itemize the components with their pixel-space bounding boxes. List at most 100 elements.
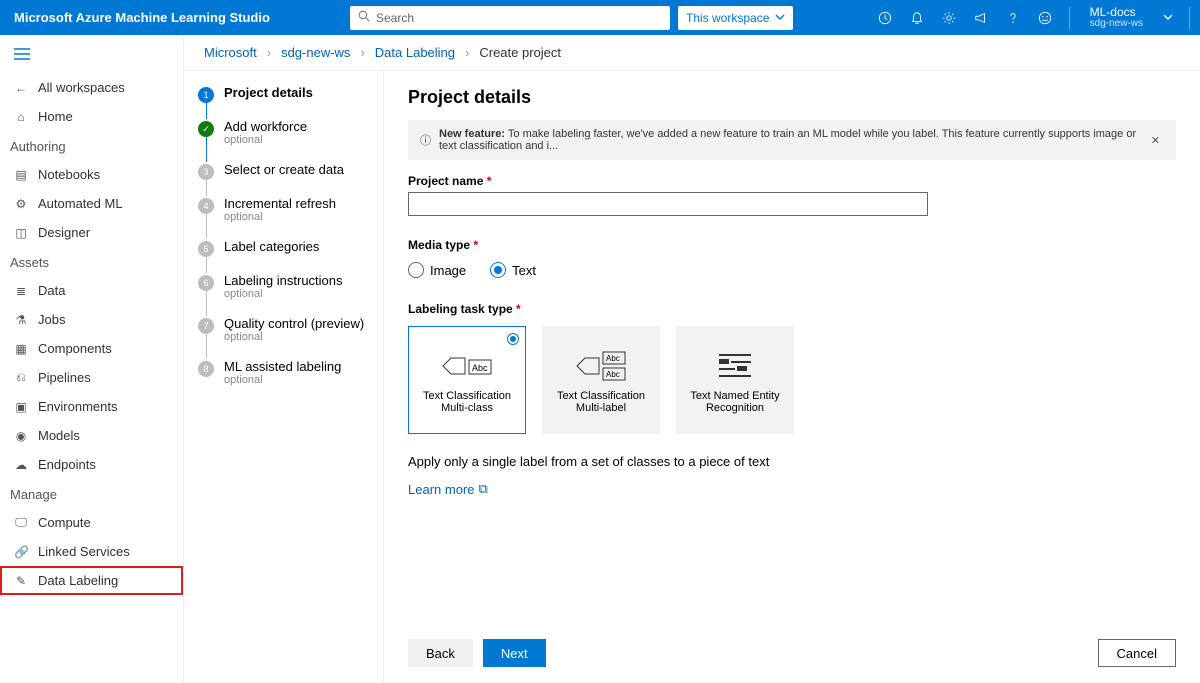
sidebar-notebooks[interactable]: ▤Notebooks	[0, 160, 183, 189]
sidebar-environments[interactable]: ▣Environments	[0, 392, 183, 421]
org-name: ML-docs	[1090, 6, 1143, 18]
sidebar-data-labeling[interactable]: ✎Data Labeling	[0, 566, 183, 595]
chevron-right-icon: ›	[360, 45, 364, 60]
hamburger-icon[interactable]	[0, 43, 183, 73]
cancel-button[interactable]: Cancel	[1098, 639, 1176, 667]
clock-icon[interactable]	[877, 10, 893, 26]
step-label: Add workforce	[224, 119, 307, 134]
card-label: Multi-label	[576, 402, 626, 414]
step-ml-assisted[interactable]: 8ML assisted labelingoptional	[198, 359, 373, 386]
media-text-radio[interactable]: Text	[490, 262, 536, 278]
step-project-details[interactable]: 1Project details	[198, 85, 373, 119]
step-label-categories[interactable]: 5Label categories	[198, 239, 373, 273]
info-icon: ⓘ	[420, 132, 431, 148]
card-label: Text Named Entity	[690, 390, 779, 402]
sidebar-item-label: Linked Services	[38, 544, 130, 559]
learn-more-link[interactable]: Learn more ⧉	[408, 481, 1176, 497]
step-optional: optional	[224, 134, 307, 146]
step-label: ML assisted labeling	[224, 359, 341, 374]
sidebar-pipelines[interactable]: ⎌ Pipelines	[0, 363, 183, 392]
sidebar-models[interactable]: ◉Models	[0, 421, 183, 450]
sidebar-automl[interactable]: ⚙ Automated ML	[0, 189, 183, 218]
search-icon	[358, 10, 370, 25]
sidebar-item-label: Designer	[38, 225, 90, 240]
step-add-workforce[interactable]: ✓Add workforceoptional	[198, 119, 373, 162]
step-label: Labeling instructions	[224, 273, 343, 288]
sidebar-compute[interactable]: 🖵Compute	[0, 508, 183, 537]
automl-icon: ⚙	[14, 197, 28, 211]
crumb-workspace[interactable]: sdg-new-ws	[281, 45, 350, 60]
designer-icon: ◫	[14, 226, 28, 240]
header-separator	[1069, 7, 1070, 29]
smiley-icon[interactable]	[1037, 10, 1053, 26]
sidebar-home[interactable]: ⌂ Home	[0, 102, 183, 131]
radio-label: Text	[512, 263, 536, 278]
step-optional: optional	[224, 331, 364, 343]
sidebar-data[interactable]: ≣Data	[0, 276, 183, 305]
step-label: Project details	[224, 85, 313, 100]
crumb-current: Create project	[479, 45, 561, 60]
sidebar-item-label: Notebooks	[38, 167, 100, 182]
sidebar-all-workspaces[interactable]: ←All workspaces	[0, 73, 183, 102]
next-button[interactable]: Next	[483, 639, 546, 667]
sidebar-item-label: Components	[38, 341, 112, 356]
media-image-radio[interactable]: Image	[408, 262, 466, 278]
jobs-icon: ⚗	[14, 313, 28, 327]
step-labeling-instructions[interactable]: 6Labeling instructionsoptional	[198, 273, 373, 316]
sidebar-endpoints[interactable]: ☁ Endpoints	[0, 450, 183, 479]
pipelines-icon: ⎌	[14, 370, 28, 385]
card-label: Recognition	[706, 402, 764, 414]
sidebar-item-label: Home	[38, 109, 73, 124]
megaphone-icon[interactable]	[973, 10, 989, 26]
home-icon: ⌂	[14, 110, 28, 124]
card-ner[interactable]: Text Named Entity Recognition	[676, 326, 794, 434]
sidebar: ←All workspaces ⌂ Home Authoring ▤Noteboo…	[0, 35, 184, 683]
card-text-multiclass[interactable]: Abc Text Classification Multi-class	[408, 326, 526, 434]
step-select-data[interactable]: 3Select or create data	[198, 162, 373, 196]
endpoints-icon: ☁	[14, 458, 28, 472]
info-bold: New feature:	[439, 128, 505, 140]
card-label: Text Classification	[557, 390, 645, 402]
sidebar-item-label: Data	[38, 283, 65, 298]
sidebar-heading: Manage	[0, 479, 183, 508]
sidebar-item-label: Models	[38, 428, 80, 443]
compute-icon: 🖵	[14, 515, 28, 530]
sidebar-item-label: Pipelines	[38, 370, 91, 385]
sidebar-components[interactable]: ▦ Components	[0, 334, 183, 363]
crumb-microsoft[interactable]: Microsoft	[204, 45, 257, 60]
components-icon: ▦	[14, 342, 28, 356]
chevron-down-icon[interactable]	[1163, 10, 1173, 25]
media-type-label: Media type *	[408, 238, 1176, 252]
card-text-multilabel[interactable]: AbcAbc Text Classification Multi-label	[542, 326, 660, 434]
help-icon[interactable]	[1005, 10, 1021, 26]
sidebar-jobs[interactable]: ⚗Jobs	[0, 305, 183, 334]
step-incremental-refresh[interactable]: 4Incremental refreshoptional	[198, 196, 373, 239]
ner-icon	[717, 346, 753, 386]
back-button[interactable]: Back	[408, 639, 473, 667]
card-label: Text Classification	[423, 390, 511, 402]
step-label: Incremental refresh	[224, 196, 336, 211]
sidebar-item-label: Automated ML	[38, 196, 123, 211]
radio-dot-icon	[507, 333, 519, 345]
close-icon[interactable]: ✕	[1147, 134, 1164, 147]
sidebar-designer[interactable]: ◫ Designer	[0, 218, 183, 247]
chevron-down-icon	[775, 11, 785, 25]
step-optional: optional	[224, 211, 336, 223]
crumb-data-labeling[interactable]: Data Labeling	[375, 45, 455, 60]
gear-icon[interactable]	[941, 10, 957, 26]
page-title: Project details	[408, 87, 1176, 108]
sidebar-heading: Authoring	[0, 131, 183, 160]
sidebar-linked[interactable]: 🔗Linked Services	[0, 537, 183, 566]
wizard-stepper: 1Project details ✓Add workforceoptional …	[184, 71, 384, 683]
search-input[interactable]: Search	[350, 6, 670, 30]
step-optional: optional	[224, 374, 341, 386]
step-quality-control[interactable]: 7Quality control (preview)optional	[198, 316, 373, 359]
step-label: Label categories	[224, 239, 319, 254]
scope-selector[interactable]: This workspace	[678, 6, 793, 30]
org-switcher[interactable]: ML-docs sdg-new-ws	[1086, 6, 1147, 30]
workspace-name: sdg-new-ws	[1090, 18, 1143, 30]
sidebar-item-label: Endpoints	[38, 457, 96, 472]
bell-icon[interactable]	[909, 10, 925, 26]
project-name-input[interactable]	[408, 192, 928, 216]
card-label: Multi-class	[441, 402, 493, 414]
